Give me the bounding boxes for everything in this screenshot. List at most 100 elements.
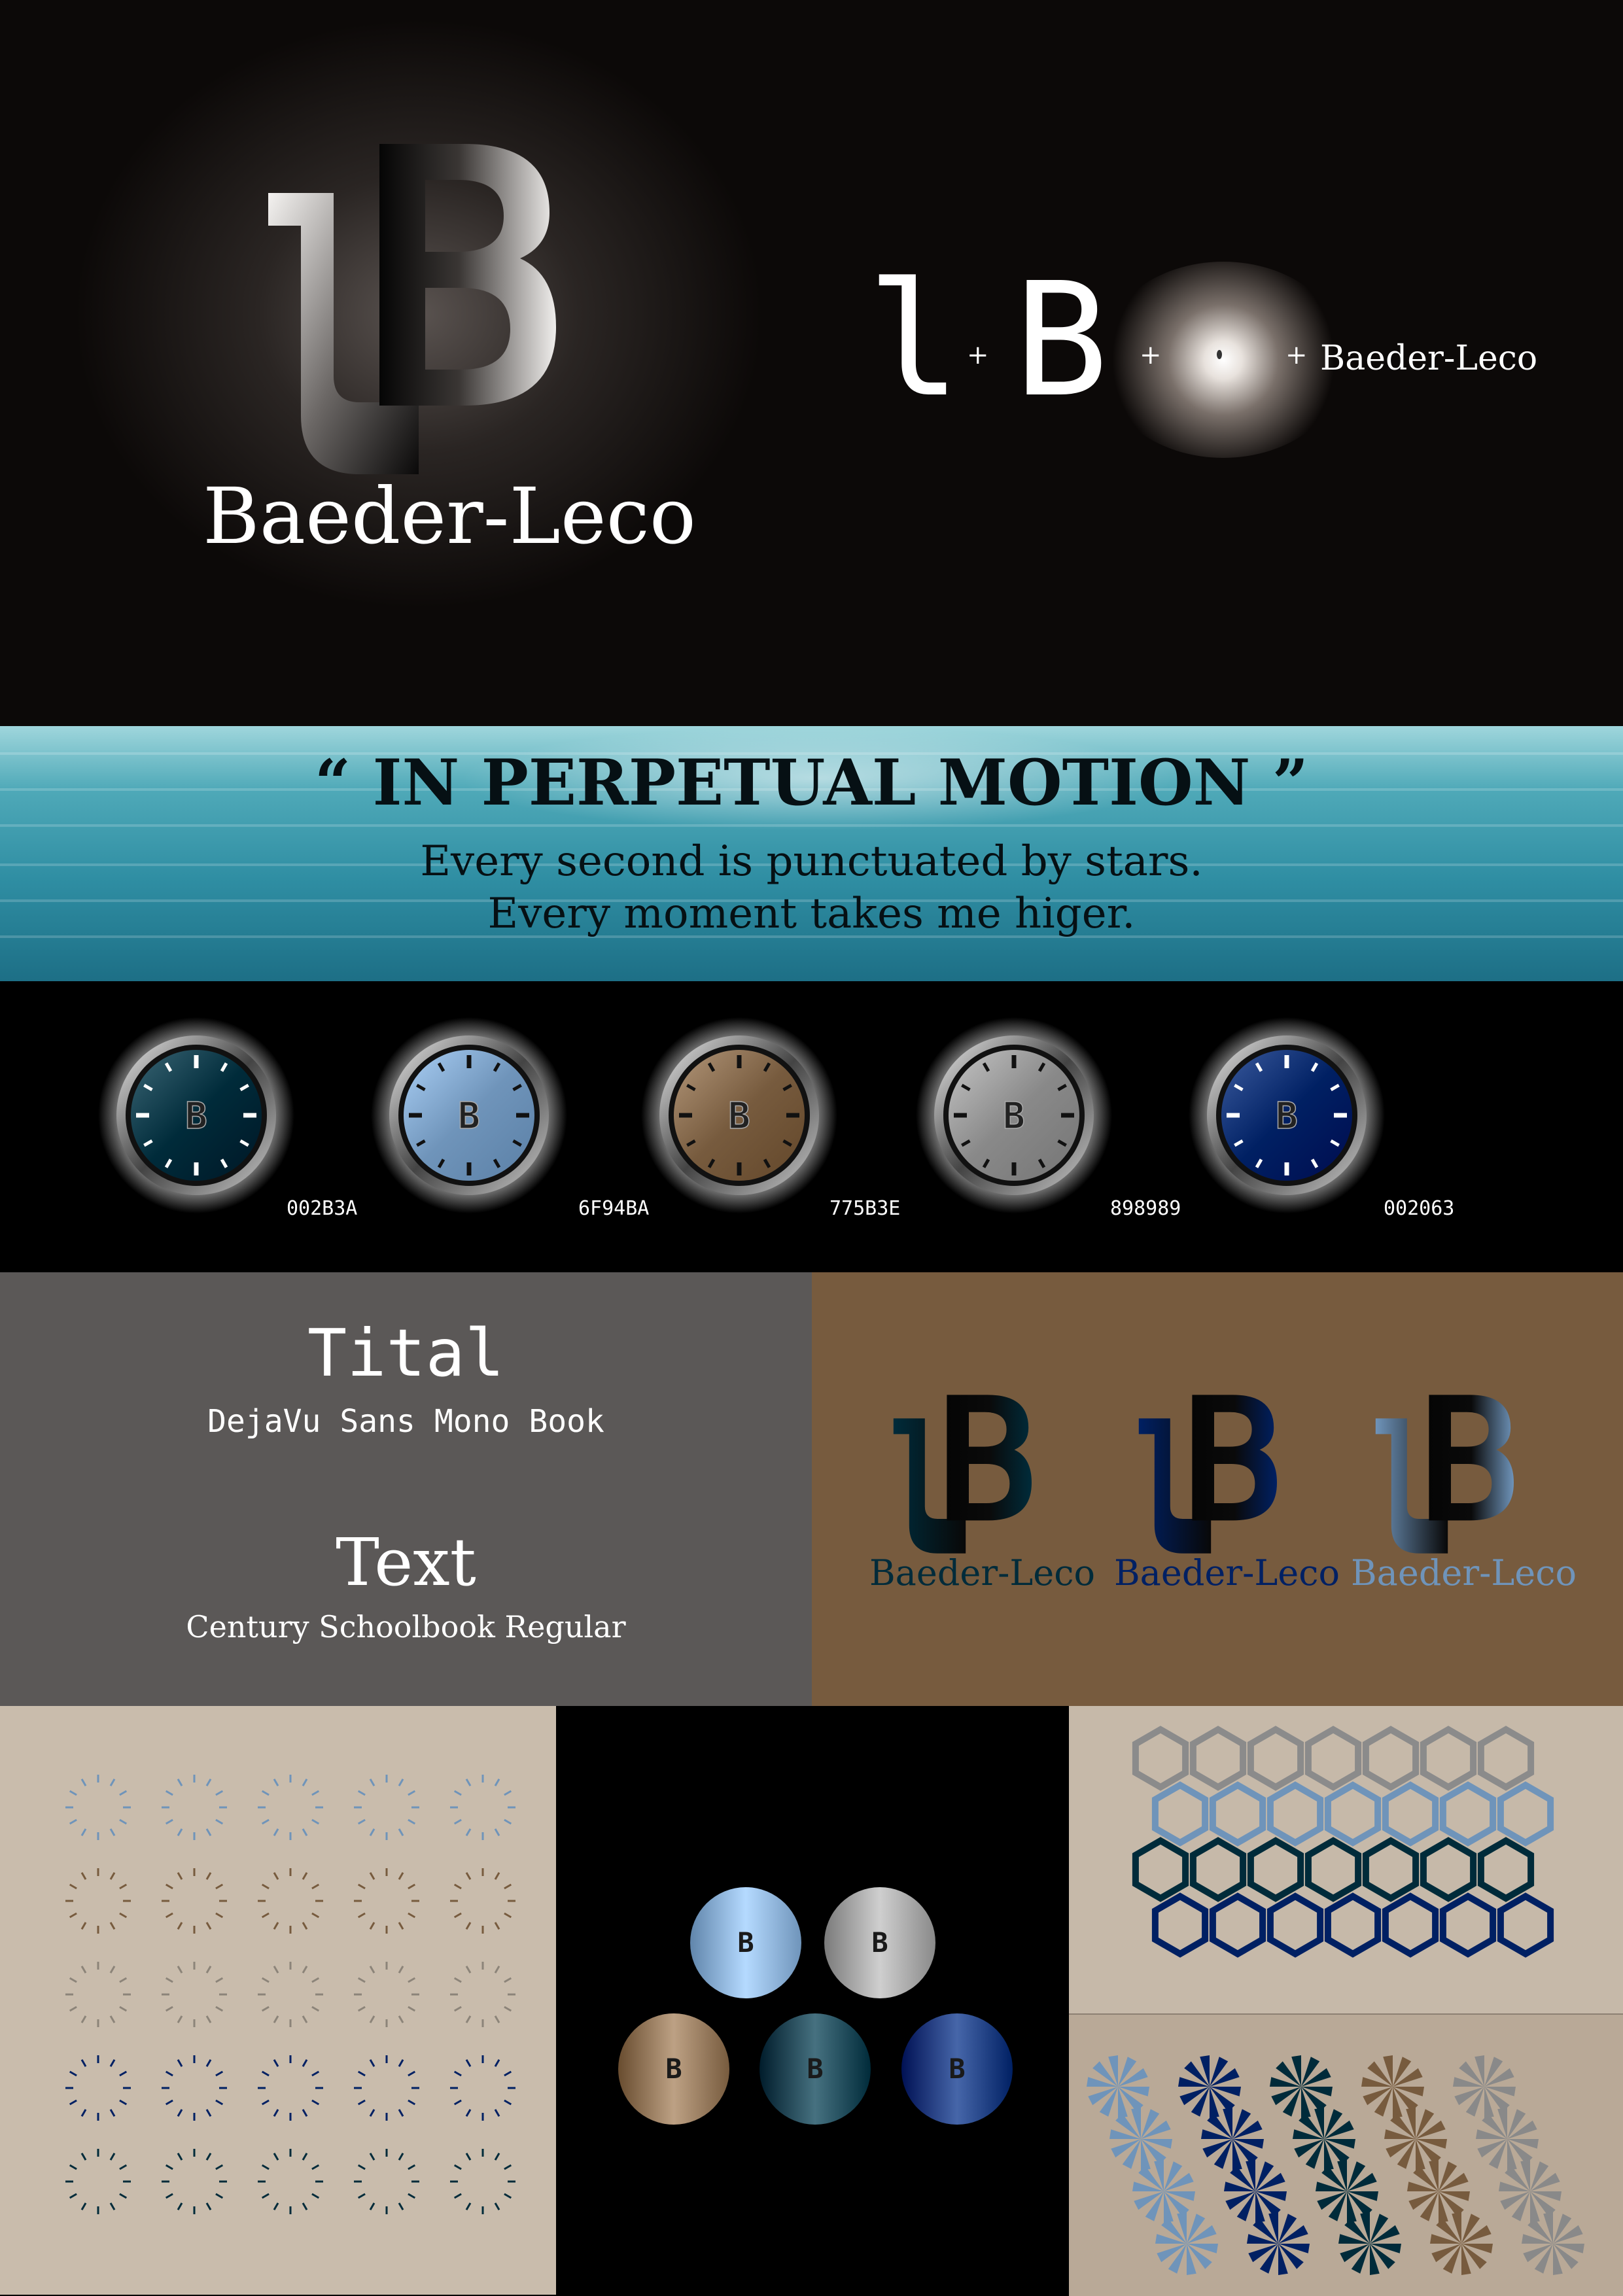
dial-marker-ring	[65, 1868, 131, 1934]
tagline-banner: “ IN PERPETUAL MOTION ” Every second is …	[0, 726, 1623, 981]
logo-variant-monogram	[1138, 1395, 1277, 1554]
watch-color-code: 775B3E	[829, 1197, 901, 1220]
hexagon-tile	[1477, 1837, 1535, 1902]
dial-marker-ring	[65, 1962, 131, 2027]
hexagon-tile	[1304, 1837, 1362, 1902]
hexagon-tile	[1477, 1726, 1535, 1791]
light-orb	[1099, 262, 1348, 458]
watch-color-code: 002B3A	[287, 1197, 358, 1220]
tagline-line-1: Every second is punctuated by stars.	[420, 837, 1203, 886]
brand-name-small: Baeder-Leco	[1320, 339, 1538, 378]
hexagon-tile	[1266, 1781, 1324, 1847]
hexagon-tile	[1439, 1892, 1497, 1958]
hexagon-tile	[1151, 1892, 1209, 1958]
svg-text:B: B	[458, 1095, 480, 1138]
plus-sign: +	[1140, 340, 1162, 370]
title-font-sample: Tital	[307, 1315, 505, 1391]
hexagon-tile	[1132, 1726, 1189, 1791]
color-dot: B	[618, 2013, 729, 2125]
svg-text:B: B	[737, 1926, 754, 1958]
dial-marker-ring	[450, 1962, 515, 2027]
dial-marker-ring	[258, 2149, 323, 2214]
hexagon-tile	[1189, 1837, 1247, 1902]
logo-variant-monogram	[1375, 1395, 1514, 1554]
svg-text:B: B	[185, 1095, 207, 1138]
hexagon-tile	[1439, 1781, 1497, 1847]
watch-colorways-panel: B B B B B 002B3A 6F94BA 775B3E 898989 002063	[0, 981, 1623, 1272]
hexagon-tile	[1420, 1726, 1477, 1791]
text-font-name: Century Schoolbook Regular	[186, 1609, 626, 1644]
hexagon-tile	[1324, 1781, 1382, 1847]
typography-panel: Tital DejaVu Sans Mono Book Text Century…	[0, 1272, 812, 1706]
dial-marker-ring	[162, 1775, 227, 1840]
monogram-logo-large	[268, 144, 556, 474]
star-dot-icon	[1217, 350, 1222, 359]
hexagon-tile	[1382, 1892, 1439, 1958]
hexagon-pattern	[1069, 1706, 1623, 2013]
hexagon-tile	[1209, 1781, 1266, 1847]
logo-variant-wordmark: Baeder-Leco	[869, 1552, 1095, 1593]
logo-variants-panel: Baeder-Leco Baeder-Leco Baeder-Leco	[812, 1272, 1623, 1706]
dial-marker-pattern	[0, 1706, 556, 2295]
watch-color-code: 002063	[1384, 1197, 1455, 1220]
svg-text:B: B	[871, 1926, 888, 1958]
hexagon-tile	[1382, 1781, 1439, 1847]
watch-dials: BBBBB	[98, 1017, 1385, 1213]
svg-text:B: B	[1276, 1095, 1298, 1138]
fan-pattern	[1069, 2013, 1623, 2296]
hexagon-tile	[1247, 1726, 1304, 1791]
text-font-sample: Text	[336, 1524, 476, 1601]
svg-text:B: B	[949, 2053, 965, 2085]
hexagon-tile	[1247, 1837, 1304, 1902]
watch-dial: B	[916, 1017, 1112, 1213]
dial-marker-ring	[450, 2149, 515, 2214]
watch-dial: B	[371, 1017, 567, 1213]
hexagon-tile	[1362, 1837, 1420, 1902]
dial-marker-ring	[450, 2055, 515, 2121]
dial-marker-ring	[354, 1775, 419, 1840]
hexagon-tile	[1420, 1837, 1477, 1902]
hexagon-tile	[1362, 1726, 1420, 1791]
tagline-headline: “ IN PERPETUAL MOTION ”	[314, 746, 1309, 820]
watch-color-code: 6F94BA	[578, 1197, 650, 1220]
dial-marker-ring	[354, 2149, 419, 2214]
tagline-line-2: Every moment takes me higer.	[487, 890, 1136, 938]
dial-marker-ring	[354, 1962, 419, 2027]
svg-text:B: B	[728, 1095, 750, 1138]
hexagon-tile	[1189, 1726, 1247, 1791]
hexagon-tile	[1304, 1726, 1362, 1791]
plus-sign: +	[967, 340, 989, 370]
logo-variant-monograms	[893, 1395, 1514, 1554]
logo-variant-wordmark: Baeder-Leco	[1351, 1552, 1577, 1593]
watch-color-code: 898989	[1110, 1197, 1181, 1220]
hexagon-tile	[1497, 1892, 1554, 1958]
color-dot: B	[824, 1887, 935, 1998]
dial-marker-ring	[258, 2055, 323, 2121]
monogram-letter-l: l	[867, 249, 962, 432]
hexagon-tile	[1324, 1892, 1382, 1958]
dial-marker-ring	[162, 2055, 227, 2121]
hero-panel: Baeder-Leco l + B + + Baeder-Leco	[0, 0, 1623, 726]
hexagon-tile	[1497, 1781, 1554, 1847]
color-dot: B	[759, 2013, 871, 2125]
hexagon-tile	[1132, 1837, 1189, 1902]
dial-marker-ring	[450, 1775, 515, 1840]
dial-marker-ring	[162, 1868, 227, 1934]
watch-dial: B	[98, 1017, 294, 1213]
title-font-name: DejaVu Sans Mono Book	[207, 1403, 604, 1440]
dial-marker-ring	[162, 1962, 227, 2027]
svg-text:B: B	[807, 2053, 823, 2085]
logo-variant-monogram	[893, 1395, 1032, 1554]
plus-sign: +	[1285, 340, 1308, 370]
color-dot: B	[901, 2013, 1013, 2125]
monogram-letter-b: B	[1014, 249, 1109, 432]
dial-marker-ring	[450, 1868, 515, 1934]
dial-marker-ring	[354, 2055, 419, 2121]
brand-name-large: Baeder-Leco	[203, 471, 696, 561]
dial-marker-ring	[258, 1775, 323, 1840]
dial-marker-ring	[65, 1775, 131, 1840]
dial-marker-ring	[162, 2149, 227, 2214]
hexagon-tile	[1151, 1781, 1209, 1847]
hexagon-tile	[1209, 1892, 1266, 1958]
color-swatch-dots: B B B B B	[556, 1706, 1069, 2295]
